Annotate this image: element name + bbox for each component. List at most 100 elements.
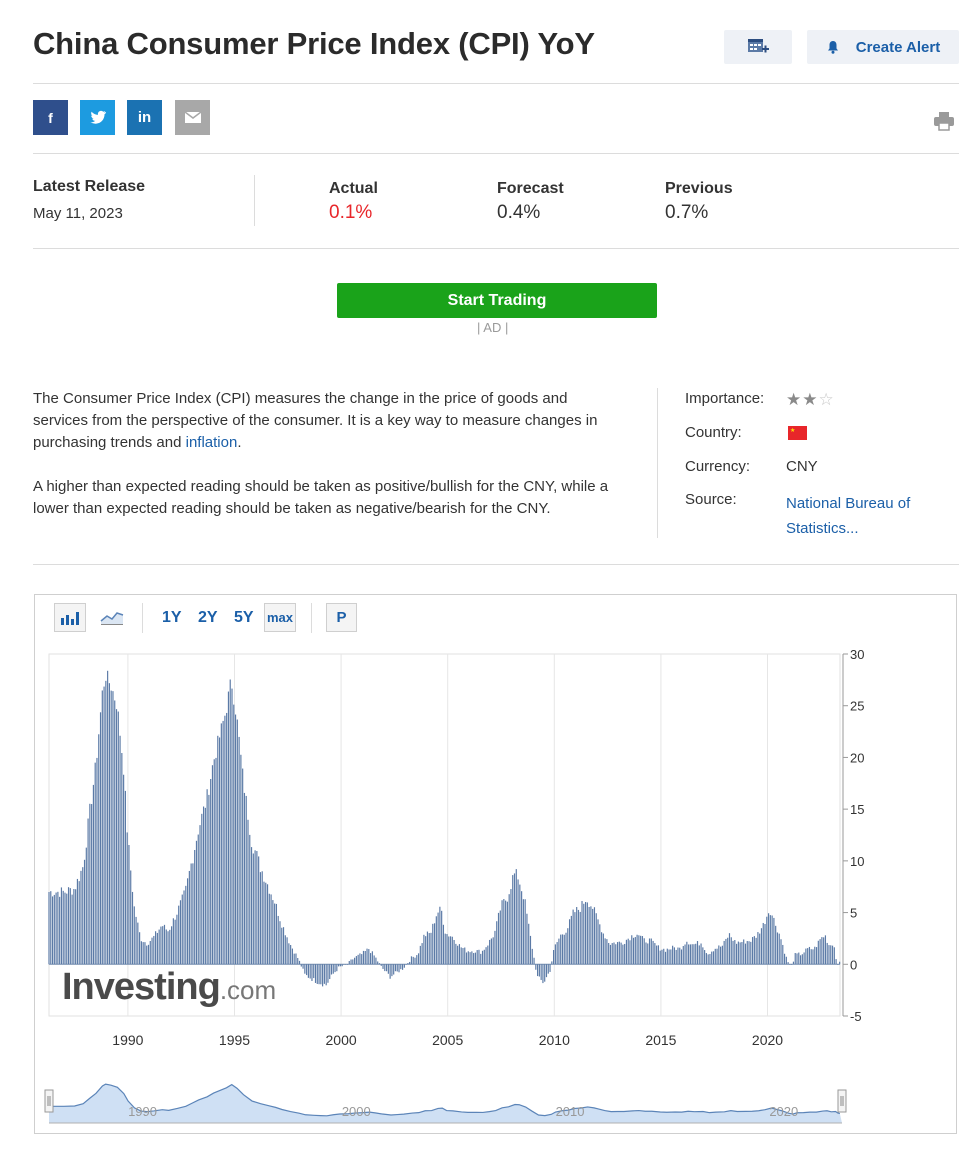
data-bar (709, 953, 711, 965)
data-bar (798, 952, 800, 965)
data-bar (121, 753, 123, 965)
handle-grip[interactable] (44, 1089, 54, 1113)
data-bar (412, 956, 414, 965)
data-bar (115, 709, 118, 965)
data-bar (478, 949, 480, 965)
data-bar (485, 947, 487, 965)
data-bar (277, 915, 279, 965)
data-bar (403, 964, 405, 968)
data-bar (835, 959, 837, 965)
navigator-left-handle[interactable] (44, 1089, 54, 1113)
data-bar (508, 894, 510, 965)
data-bar (332, 964, 334, 974)
data-bar (723, 940, 725, 965)
data-bar (819, 939, 821, 965)
data-bar (828, 945, 830, 965)
data-bar (444, 933, 446, 965)
data-bar (144, 942, 146, 965)
data-bar (457, 945, 459, 965)
data-bar (89, 803, 91, 965)
data-bar (204, 807, 206, 965)
data-bar (195, 840, 198, 965)
data-bar (563, 934, 565, 965)
data-bar (698, 945, 700, 965)
data-bar (123, 774, 125, 965)
data-bar (577, 909, 580, 965)
data-bar (549, 964, 551, 972)
data-bar (805, 948, 807, 965)
data-bar (521, 891, 523, 965)
data-bar (99, 712, 102, 965)
data-bar (792, 961, 795, 965)
data-bar (746, 941, 748, 965)
data-bar (179, 900, 182, 965)
data-bar (188, 870, 190, 965)
y-tick-label: 10 (850, 854, 864, 869)
data-bar (336, 964, 338, 972)
data-bar (73, 889, 75, 965)
data-bar (439, 906, 441, 965)
data-bar (817, 940, 819, 965)
data-bar (483, 949, 485, 965)
handle-grip[interactable] (837, 1089, 847, 1113)
data-bar (600, 932, 603, 965)
data-bar (599, 924, 601, 965)
data-bar (48, 891, 50, 965)
data-bar (720, 946, 722, 965)
data-bar (535, 964, 537, 970)
data-bar (76, 878, 79, 965)
data-bar (831, 945, 834, 965)
data-bar (803, 952, 805, 965)
data-bar (146, 945, 148, 965)
data-bar (762, 922, 764, 965)
data-bar (197, 834, 199, 965)
data-bar (263, 881, 265, 965)
data-bar (632, 937, 635, 965)
data-bar (528, 923, 530, 965)
data-bar (558, 938, 560, 965)
data-bar (400, 964, 402, 970)
data-bar (192, 863, 194, 965)
data-bar (684, 944, 686, 965)
data-bar (572, 909, 574, 965)
data-bar (618, 941, 620, 965)
data-bar (776, 932, 779, 965)
data-bar (210, 778, 212, 965)
data-bar (675, 949, 677, 965)
data-bar (375, 957, 377, 965)
data-bar (771, 915, 773, 965)
data-bar (672, 945, 674, 965)
navigator-right-handle[interactable] (837, 1089, 847, 1113)
data-bar (629, 940, 631, 965)
data-bar (190, 863, 192, 965)
data-bar (211, 765, 214, 965)
data-bar (704, 950, 706, 965)
data-bar (691, 944, 693, 965)
data-bar (215, 757, 217, 965)
data-bar (433, 923, 436, 965)
data-bar (547, 964, 549, 974)
data-bar (689, 944, 691, 965)
data-bar (785, 956, 787, 965)
y-tick-label: 0 (850, 957, 857, 972)
data-bar (329, 964, 331, 980)
data-bar (780, 939, 782, 965)
data-bar (220, 723, 222, 965)
data-bar (513, 873, 516, 965)
data-bar (570, 915, 572, 965)
data-bar (293, 953, 295, 965)
data-bar (243, 792, 246, 965)
data-bar (59, 896, 61, 965)
data-bar (274, 903, 276, 965)
data-bar (416, 955, 418, 965)
data-bar (442, 924, 445, 965)
data-bar (224, 715, 226, 965)
data-bar (300, 964, 302, 967)
data-bar (338, 964, 340, 967)
data-bar (194, 849, 196, 965)
data-bar (135, 916, 137, 965)
data-bar (430, 932, 432, 965)
data-bar (760, 928, 763, 965)
data-bar (78, 881, 80, 965)
data-bar (426, 931, 429, 965)
